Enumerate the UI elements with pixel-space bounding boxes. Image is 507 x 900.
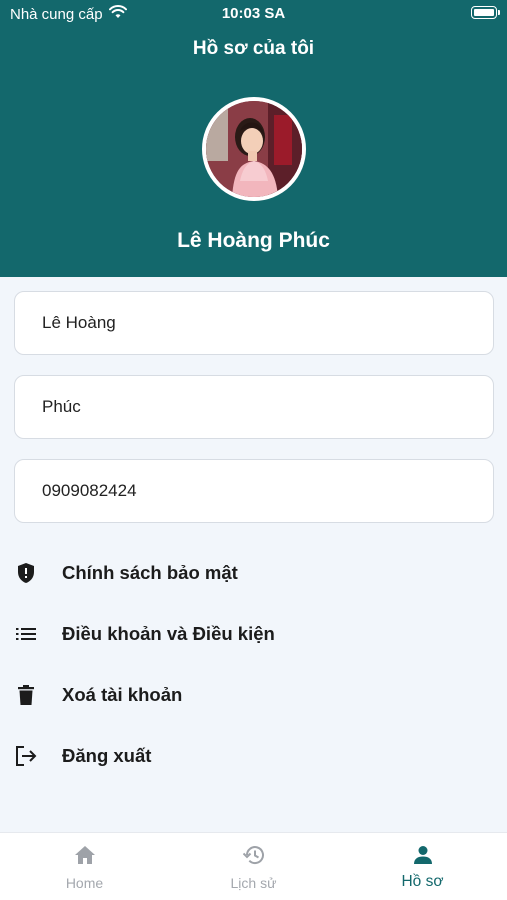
trash-icon xyxy=(14,683,38,707)
page-title: Hồ sơ của tôi xyxy=(192,38,315,59)
tab-history-label: Lịch sử xyxy=(230,875,277,891)
tab-profile[interactable]: Hồ sơ xyxy=(338,833,507,900)
home-icon xyxy=(74,845,96,870)
logout-icon xyxy=(14,744,38,768)
menu-item-label: Xoá tài khoản xyxy=(62,684,183,705)
tab-home[interactable]: Home xyxy=(0,833,169,900)
phone-value: 0909082424 xyxy=(42,481,137,500)
tab-history[interactable]: Lịch sử xyxy=(169,833,338,900)
last-name-value: Lê Hoàng xyxy=(42,313,116,332)
history-icon xyxy=(242,845,265,870)
phone-field[interactable]: 0909082424 xyxy=(14,459,494,523)
battery-icon xyxy=(471,6,500,19)
menu-item-label: Điều khoản và Điều kiện xyxy=(62,623,275,644)
user-name: Lê Hoàng Phúc xyxy=(177,229,330,252)
avatar-photo xyxy=(206,101,302,197)
bottom-tab-bar: Home Lịch sử Hồ sơ xyxy=(0,832,507,900)
menu-item-logout[interactable]: Đăng xuất xyxy=(14,736,494,776)
status-time: 10:03 SA xyxy=(221,5,286,22)
menu-item-privacy-policy[interactable]: Chính sách bảo mật xyxy=(14,553,494,593)
menu-item-delete-account[interactable]: Xoá tài khoản xyxy=(14,675,494,715)
menu-item-terms[interactable]: Điều khoản và Điều kiện xyxy=(14,614,494,654)
last-name-field[interactable]: Lê Hoàng xyxy=(14,291,494,355)
status-bar: Nhà cung cấp 10:03 SA xyxy=(0,0,507,28)
tab-home-label: Home xyxy=(65,875,104,891)
first-name-value: Phúc xyxy=(42,397,81,416)
profile-header: Nhà cung cấp 10:03 SA Hồ sơ của tôi Lê H… xyxy=(0,0,507,277)
first-name-field[interactable]: Phúc xyxy=(14,375,494,439)
menu-item-label: Chính sách bảo mật xyxy=(62,562,238,583)
shield-icon xyxy=(14,561,38,585)
avatar[interactable] xyxy=(202,97,306,201)
menu-item-label: Đăng xuất xyxy=(62,745,152,766)
list-icon xyxy=(14,622,38,646)
person-icon xyxy=(413,845,433,870)
tab-profile-label: Hồ sơ xyxy=(401,873,444,890)
